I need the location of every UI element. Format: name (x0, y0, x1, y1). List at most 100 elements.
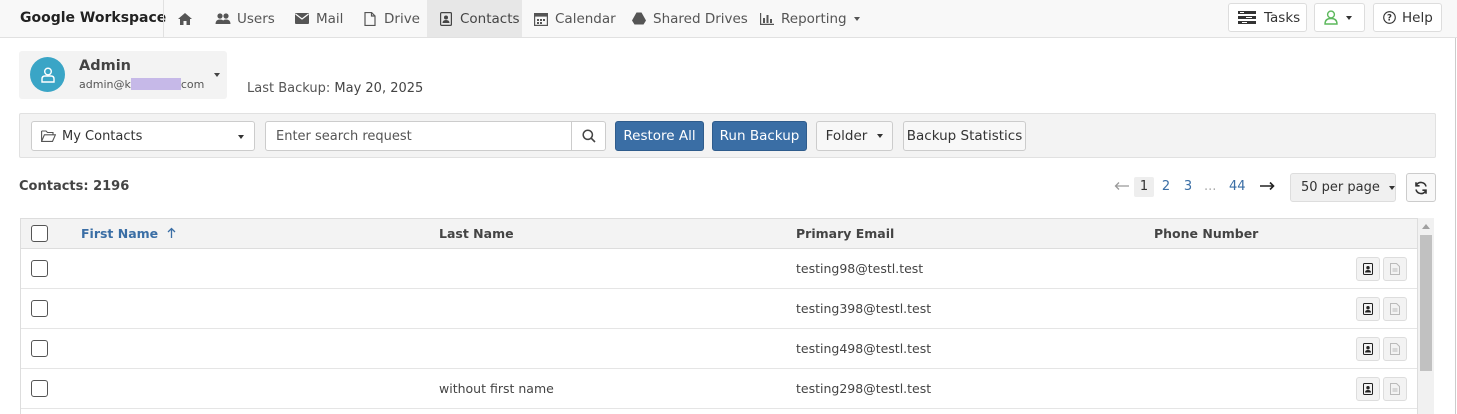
svg-text:?: ? (1387, 14, 1392, 24)
chevron-down-icon (1388, 185, 1395, 190)
table-scrollbar[interactable] (1418, 218, 1434, 414)
column-primary-email[interactable]: Primary Email (796, 219, 894, 249)
user-icon (1324, 10, 1338, 25)
redaction-mask (130, 78, 181, 90)
nav-home[interactable] (164, 0, 206, 37)
nav-drive-label: Drive (384, 10, 420, 27)
next-page-arrow[interactable] (1255, 177, 1279, 197)
user-icon (40, 67, 55, 83)
folder-select[interactable]: My Contacts (31, 121, 255, 151)
account-name: Admin (79, 58, 132, 74)
contact-card-icon (438, 11, 454, 27)
nav-calendar[interactable]: Calendar (533, 0, 616, 37)
contact-card-icon (1363, 343, 1373, 355)
document-icon (1390, 263, 1400, 275)
folder-button-label: Folder (825, 128, 868, 144)
nav-contacts[interactable]: Contacts (427, 0, 522, 37)
users-icon (215, 11, 231, 27)
nav-shared-drives-label: Shared Drives (653, 10, 748, 27)
nav-users-label: Users (237, 10, 275, 27)
page-last[interactable]: 44 (1225, 177, 1250, 197)
contacts-count: Contacts: 2196 (19, 179, 130, 194)
column-last-name[interactable]: Last Name (439, 219, 514, 249)
view-contact-button[interactable] (1356, 337, 1380, 361)
table-row[interactable]: testing498@testl.test (21, 329, 1417, 369)
export-contact-button[interactable] (1383, 257, 1407, 281)
document-icon (1390, 303, 1400, 315)
run-backup-button[interactable]: Run Backup (712, 121, 807, 151)
row-checkbox[interactable] (31, 260, 48, 277)
refresh-button[interactable] (1406, 173, 1436, 202)
cell-email: testing298@testl.test (796, 381, 932, 396)
backup-statistics-button[interactable]: Backup Statistics (903, 121, 1026, 151)
calendar-icon (533, 11, 549, 27)
restore-all-button[interactable]: Restore All (615, 121, 704, 151)
contact-card-icon (1363, 383, 1373, 395)
export-contact-button[interactable] (1383, 337, 1407, 361)
table-row[interactable]: testing398@testl.test (21, 289, 1417, 329)
export-contact-button[interactable] (1383, 297, 1407, 321)
chevron-down-icon (877, 134, 884, 138)
tasks-button[interactable]: Tasks (1228, 3, 1307, 32)
per-page-select[interactable]: 50 per page (1290, 173, 1396, 202)
user-status-button[interactable] (1314, 3, 1365, 32)
column-first-name[interactable]: First Name (81, 219, 176, 249)
row-checkbox[interactable] (31, 300, 48, 317)
nav-mail[interactable]: Mail (294, 0, 343, 37)
folder-select-value: My Contacts (62, 128, 143, 144)
row-checkbox[interactable] (31, 340, 48, 357)
scroll-up-arrow[interactable] (1422, 224, 1430, 229)
nav-calendar-label: Calendar (555, 10, 616, 27)
nav-reporting-label: Reporting (781, 10, 847, 27)
tasks-label: Tasks (1264, 9, 1301, 26)
search-input[interactable] (265, 121, 572, 151)
view-contact-button[interactable] (1356, 377, 1380, 401)
prev-page-arrow[interactable] (1110, 177, 1134, 197)
select-all-checkbox[interactable] (31, 225, 48, 242)
cell-email: testing498@testl.test (796, 341, 932, 356)
nav-shared-drives[interactable]: Shared Drives (631, 0, 748, 37)
table-row[interactable]: without first name testing298@testl.test (21, 369, 1417, 409)
document-icon (1390, 383, 1400, 395)
contacts-table: First Name Last Name Primary Email Phone… (20, 218, 1418, 414)
nav-users[interactable]: Users (215, 0, 275, 37)
nav-reporting[interactable]: Reporting (759, 0, 860, 37)
page-3[interactable]: 3 (1178, 177, 1198, 197)
per-page-value: 50 per page (1301, 180, 1380, 195)
contact-card-icon (1363, 263, 1373, 275)
help-label: Help (1402, 9, 1433, 26)
cell-email: testing98@testl.test (796, 261, 924, 276)
column-phone-number[interactable]: Phone Number (1154, 219, 1258, 249)
bar-chart-icon (759, 11, 775, 27)
brand-title[interactable]: Google Workspace (20, 0, 166, 37)
avatar (30, 57, 65, 92)
nav-drive[interactable]: Drive (362, 0, 420, 37)
top-navbar: Google Workspace Users Mail Drive Contac… (0, 0, 1457, 38)
home-icon (177, 11, 193, 27)
contact-card-icon (1363, 303, 1373, 315)
file-icon (362, 11, 378, 27)
page-ellipsis: ... (1204, 179, 1217, 194)
export-contact-button[interactable] (1383, 377, 1407, 401)
tasks-icon (1238, 10, 1256, 25)
search-icon (581, 129, 596, 143)
search-button[interactable] (571, 121, 606, 151)
chevron-down-icon (1346, 15, 1352, 20)
view-contact-button[interactable] (1356, 297, 1380, 321)
refresh-icon (1415, 181, 1427, 194)
chevron-down-icon (214, 73, 220, 77)
last-backup: Last Backup: May 20, 2025 (247, 81, 424, 96)
folder-button[interactable]: Folder (816, 121, 893, 151)
last-backup-date: May 20, 2025 (334, 81, 424, 96)
page-2[interactable]: 2 (1156, 177, 1176, 197)
scroll-thumb[interactable] (1420, 235, 1432, 371)
row-checkbox[interactable] (31, 380, 48, 397)
arrow-left-icon (1114, 182, 1129, 190)
help-button[interactable]: ? Help (1373, 3, 1442, 32)
account-selector[interactable]: Admin admin@k com (19, 51, 227, 99)
view-contact-button[interactable] (1356, 257, 1380, 281)
page-1[interactable]: 1 (1134, 177, 1154, 197)
table-row[interactable]: testing98@testl.test (21, 249, 1417, 289)
cell-email: testing398@testl.test (796, 301, 932, 316)
mail-icon (294, 11, 310, 27)
